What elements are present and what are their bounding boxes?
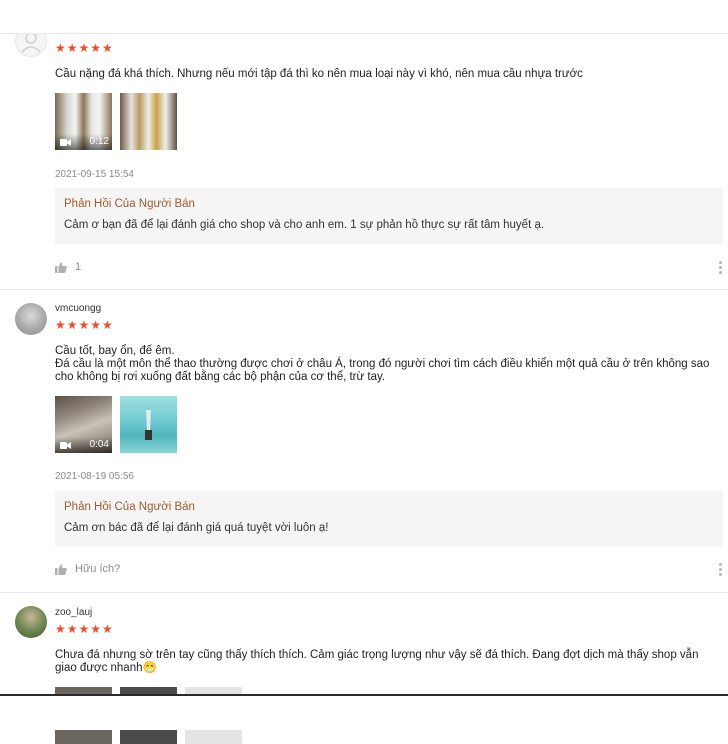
review-video-thumbnail[interactable]: 0:04 [55,396,112,453]
review-image-thumbnail[interactable] [120,396,177,453]
helpful-button[interactable]: Hữu ích? [55,563,120,575]
review-divider [0,289,728,290]
review-media: 0:04 [55,396,177,453]
review-comment: Cầu nặng đá khá thích. Nhưng nếu mới tập… [55,68,583,80]
like-count: 1 [75,261,82,273]
seller-reply-text: Cảm ơ bạn đã để lại đánh giá cho shop và… [64,219,545,231]
top-bar [0,0,728,34]
review-comment: Cầu tốt, bay ổn, đế êm. Đá cầu là một mô… [55,345,710,383]
reviewer-name[interactable]: vmcuongg [55,303,101,314]
seller-reply: Phản Hồi Của Người Bán Cảm ơ bạn đã để l… [55,188,723,244]
bottom-bar [0,694,728,730]
seller-reply-title: Phản Hồi Của Người Bán [64,501,195,513]
video-duration: 0:04 [89,439,109,450]
thumbs-up-icon [55,564,67,575]
review-divider [0,592,728,593]
video-camera-icon [60,442,71,449]
video-duration: 0:12 [89,136,109,147]
like-button[interactable]: 1 [55,261,81,273]
review-image-thumbnail[interactable] [120,93,177,150]
thumbs-up-icon [55,262,67,273]
review-date: 2021-09-15 15:54 [55,169,134,180]
video-camera-icon [60,139,71,146]
seller-reply-text: Cảm ơn bác đã để lại đánh giá quá tuyệt … [64,522,329,534]
seller-reply-title: Phản Hồi Của Người Bán [64,198,195,210]
rating-stars: ★★★★★ [55,318,114,332]
helpful-label: Hữu ích? [75,563,121,575]
seller-reply: Phản Hồi Của Người Bán Cảm ơn bác đã để … [55,491,723,547]
reviewer-avatar[interactable] [15,606,47,638]
rating-stars: ★★★★★ [55,622,114,636]
review-date: 2021-08-19 05:56 [55,471,134,482]
review-video-thumbnail[interactable]: 0:12 [55,93,112,150]
rating-stars: ★★★★★ [55,41,114,55]
review-media: 0:12 [55,93,177,150]
review-comment: Chưa đá nhưng sờ trên tay cũng thấy thíc… [55,649,699,674]
reviewer-name[interactable]: zoo_lauj [55,607,92,618]
more-vertical-icon[interactable] [719,563,723,578]
more-vertical-icon[interactable] [719,261,723,276]
reviewer-avatar[interactable] [15,303,47,335]
